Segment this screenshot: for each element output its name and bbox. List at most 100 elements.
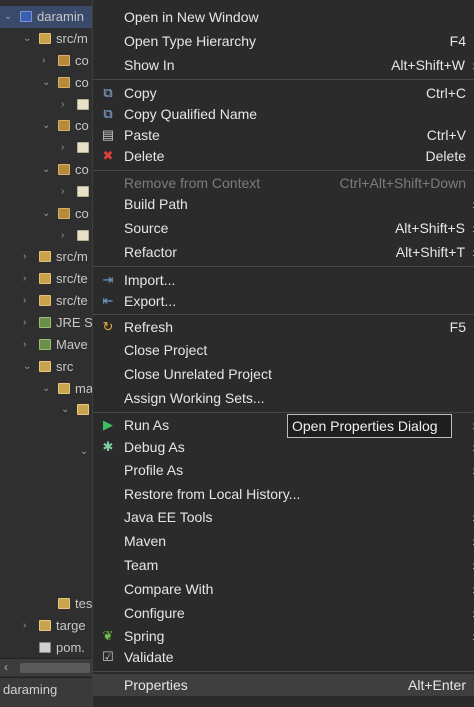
menu-item-close-project[interactable]: Close Project	[93, 339, 474, 361]
menu-item-open-in-new-window[interactable]: Open in New Window	[93, 6, 474, 28]
menu-item-close-unrelated-project[interactable]: Close Unrelated Project	[93, 363, 474, 385]
copy-qualified-icon: ⧉	[103, 106, 113, 121]
collapsed-chevron-icon[interactable]: ›	[23, 246, 33, 268]
pkgroot-icon	[39, 295, 51, 306]
project-explorer-tree: ⌄ daramin ⌄ src/m › co ⌄ co › ⌄ co › ⌄ co › ⌄ co › › src/m ›…	[0, 0, 92, 707]
pkgroot-icon	[39, 33, 51, 44]
tree-row[interactable]: pom.	[0, 637, 92, 659]
menu-item-properties[interactable]: Properties Alt+Enter	[93, 674, 474, 696]
expanded-chevron-icon[interactable]: ⌄	[80, 441, 90, 463]
tree-row[interactable]: › JRE S	[0, 312, 92, 334]
menu-item-export[interactable]: ⇤ Export...	[93, 290, 474, 312]
collapsed-chevron-icon[interactable]: ›	[61, 225, 71, 247]
expanded-chevron-icon[interactable]: ⌄	[42, 203, 52, 225]
refresh-icon: ↻	[102, 319, 114, 334]
tree-row-label: co	[75, 162, 89, 177]
scrollbar-thumb[interactable]	[20, 663, 90, 673]
menu-item-label: Run As	[124, 417, 170, 433]
menu-item-java-ee-tools[interactable]: Java EE Tools›	[93, 506, 474, 528]
tree-row-label: Mave	[56, 337, 88, 352]
tooltip-open-properties-dialog: Open Properties Dialog	[287, 414, 452, 438]
collapsed-chevron-icon[interactable]: ›	[61, 94, 71, 116]
expanded-chevron-icon[interactable]: ⌄	[23, 28, 33, 50]
file-icon	[77, 142, 89, 153]
horizontal-scrollbar[interactable]: ‹	[0, 658, 92, 676]
expanded-chevron-icon[interactable]: ⌄	[42, 115, 52, 137]
tree-row-label: co	[75, 75, 89, 90]
collapsed-chevron-icon[interactable]: ›	[23, 312, 33, 334]
expanded-chevron-icon[interactable]: ⌄	[42, 72, 52, 94]
collapsed-chevron-icon[interactable]: ›	[61, 181, 71, 203]
tree-row[interactable]: ⌄ src/m	[0, 28, 92, 50]
tree-row[interactable]: › Mave	[0, 334, 92, 356]
tree-row[interactable]: ›	[0, 137, 92, 159]
collapsed-chevron-icon[interactable]: ›	[61, 137, 71, 159]
pkg-icon	[58, 208, 70, 219]
tree-row[interactable]: ⌄ src	[0, 356, 92, 378]
menu-item-label: Profile As	[124, 462, 184, 478]
tree-row[interactable]: › src/te	[0, 268, 92, 290]
expanded-chevron-icon[interactable]: ⌄	[4, 6, 14, 28]
collapsed-chevron-icon[interactable]: ›	[23, 268, 33, 290]
menu-item-copy[interactable]: ⧉ Copy Ctrl+C	[93, 82, 474, 104]
menu-item-label: Restore from Local History...	[124, 486, 301, 502]
expanded-chevron-icon[interactable]: ⌄	[42, 159, 52, 181]
expanded-chevron-icon[interactable]: ⌄	[23, 356, 33, 378]
tree-row[interactable]: ⌄ ma	[0, 378, 92, 400]
expanded-chevron-icon[interactable]: ⌄	[42, 378, 52, 400]
menu-item-maven[interactable]: Maven›	[93, 530, 474, 552]
menu-item-label: Debug As	[124, 439, 185, 455]
tree-row[interactable]: ⌄ co	[0, 203, 92, 225]
scroll-left-arrow-icon[interactable]: ‹	[4, 660, 8, 674]
menu-item-import[interactable]: ⇥ Import...	[93, 269, 474, 291]
tree-row[interactable]: ⌄ co	[0, 115, 92, 137]
tree-row[interactable]: ›	[0, 225, 92, 247]
menu-item-compare-with[interactable]: Compare With›	[93, 578, 474, 600]
expanded-chevron-icon[interactable]: ⌄	[61, 399, 71, 421]
status-bar: daraming	[0, 677, 92, 707]
menu-item-delete[interactable]: ✖ Delete Delete	[93, 145, 474, 167]
tree-row[interactable]: ›	[0, 94, 92, 116]
menu-item-label: Delete	[124, 148, 165, 164]
tree-row[interactable]: tes	[0, 593, 92, 615]
tree-row-label: co	[75, 53, 89, 68]
menu-item-profile-as[interactable]: Profile As›	[93, 459, 474, 481]
collapsed-chevron-icon[interactable]: ›	[23, 290, 33, 312]
collapsed-chevron-icon[interactable]: ›	[23, 334, 33, 356]
tree-row[interactable]: › src/te	[0, 290, 92, 312]
menu-item-assign-working-sets[interactable]: Assign Working Sets...	[93, 387, 474, 409]
menu-item-open-type-hierarchy[interactable]: Open Type Hierarchy F4	[93, 30, 474, 52]
menu-item-shortcut: Alt+Shift+S	[394, 220, 465, 236]
tree-row[interactable]: ⌄	[0, 399, 92, 421]
menu-item-show-in[interactable]: Show InAlt+Shift+W›	[93, 54, 474, 76]
menu-item-configure[interactable]: Configure›	[93, 602, 474, 624]
menu-item-refresh[interactable]: ↻ Refresh F5	[93, 316, 474, 338]
menu-item-copy-qualified-name[interactable]: ⧉ Copy Qualified Name	[93, 103, 474, 125]
pkg-icon	[58, 55, 70, 66]
tree-row[interactable]: ⌄ co	[0, 159, 92, 181]
menu-item-restore-from-local-history[interactable]: Restore from Local History...	[93, 483, 474, 505]
menu-item-refactor[interactable]: RefactorAlt+Shift+T›	[93, 241, 474, 263]
menu-item-team[interactable]: Team›	[93, 554, 474, 576]
collapsed-chevron-icon[interactable]: ›	[23, 615, 33, 637]
export-icon: ⇤	[102, 293, 114, 308]
menu-item-build-path[interactable]: Build Path›	[93, 193, 474, 215]
tree-row[interactable]: ›	[0, 181, 92, 203]
tree-row[interactable]: › src/m	[0, 246, 92, 268]
menu-item-label: Compare With	[124, 581, 214, 597]
collapsed-chevron-icon[interactable]: ›	[42, 50, 52, 72]
tree-row[interactable]: › targe	[0, 615, 92, 637]
menu-item-shortcut: F4	[449, 33, 466, 49]
tree-row[interactable]: ⌄ daramin	[0, 6, 92, 28]
menu-item-shortcut: Alt+Shift+W	[391, 57, 465, 73]
menu-item-shortcut: Ctrl+C	[425, 85, 466, 101]
tree-row[interactable]: ⌄ co	[0, 72, 92, 94]
menu-item-spring[interactable]: ❦Spring›	[93, 625, 474, 647]
menu-item-debug-as[interactable]: ✱Debug As›	[93, 436, 474, 458]
menu-item-paste[interactable]: ▤ Paste Ctrl+V	[93, 124, 474, 146]
tree-row[interactable]: › co	[0, 50, 92, 72]
tree-row[interactable]: ⌄	[0, 441, 92, 463]
menu-item-source[interactable]: SourceAlt+Shift+S›	[93, 217, 474, 239]
menu-item-validate[interactable]: ☑ Validate	[93, 646, 474, 668]
pkg-icon	[58, 77, 70, 88]
